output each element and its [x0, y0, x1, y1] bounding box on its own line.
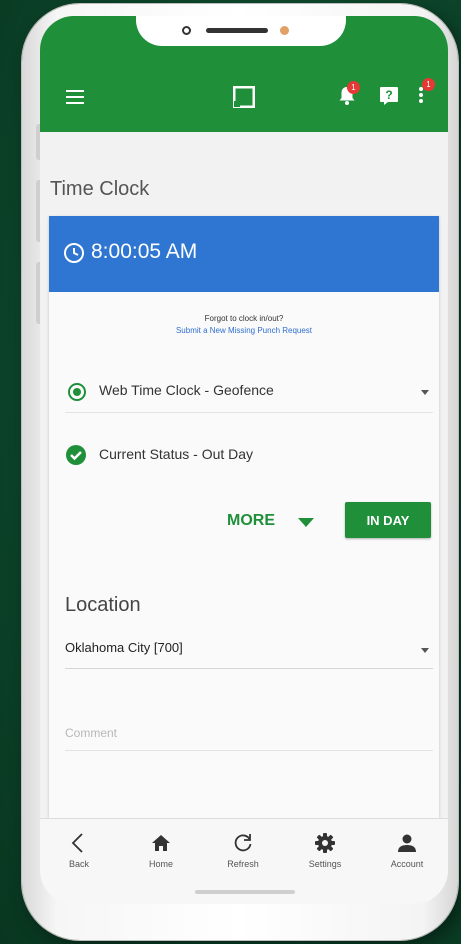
overflow-badge: 1: [422, 78, 435, 91]
time-clock-select[interactable]: Web Time Clock - Geofence: [65, 372, 433, 413]
time-clock-card: 8:00:05 AM Forgot to clock in/out? Submi…: [49, 216, 439, 838]
nav-account[interactable]: Account: [372, 831, 442, 881]
nav-label: Settings: [308, 859, 342, 869]
in-day-button[interactable]: IN DAY: [345, 502, 431, 538]
more-button[interactable]: MORE: [227, 512, 275, 530]
chevron-left-icon: [71, 833, 83, 853]
notifications-button[interactable]: 1: [336, 81, 360, 108]
nav-back[interactable]: Back: [44, 831, 114, 881]
radio-target-icon: [68, 383, 86, 401]
current-time: 8:00:05 AM: [91, 240, 198, 263]
forgot-punch-text: Forgot to clock in/out?: [204, 314, 284, 323]
camera-icon: [182, 26, 191, 35]
comment-input[interactable]: [65, 716, 433, 751]
notifications-badge: 1: [347, 81, 360, 94]
help-icon: ?: [380, 87, 398, 105]
current-status-text: Current Status - Out Day: [99, 446, 254, 462]
chevron-down-icon: [421, 390, 429, 395]
refresh-icon: [234, 834, 252, 852]
location-select[interactable]: Oklahoma City [700]: [65, 632, 433, 669]
location-value: Oklahoma City [700]: [65, 640, 183, 655]
hamburger-menu-icon[interactable]: [66, 90, 84, 104]
nav-label: Back: [68, 859, 89, 869]
sensor-icon: [280, 26, 289, 35]
page-title: Time Clock: [50, 178, 150, 200]
nav-label: Refresh: [227, 859, 259, 869]
chevron-down-icon: [421, 648, 429, 653]
help-button[interactable]: ?: [378, 84, 402, 108]
person-icon: [398, 834, 416, 852]
app-logo[interactable]: [233, 86, 255, 108]
time-clock-select-value: Web Time Clock - Geofence: [99, 382, 274, 398]
svg-text:?: ?: [385, 88, 392, 102]
missing-punch-link[interactable]: Submit a New Missing Punch Request: [49, 326, 439, 335]
nav-label: Home: [148, 859, 173, 869]
speaker-grille: [206, 28, 268, 33]
clock-icon: [64, 243, 84, 263]
phone-notch: [136, 16, 346, 46]
chevron-down-icon[interactable]: [298, 518, 314, 527]
overflow-menu-button[interactable]: 1: [416, 78, 435, 108]
current-status: Current Status - Out Day: [65, 436, 433, 476]
main-content: Time Clock 8:00:05 AM Forgot to clock in…: [40, 132, 448, 838]
gear-icon: [315, 833, 335, 853]
home-indicator: [195, 890, 295, 894]
app-bar: 1 ? 1: [40, 16, 448, 132]
clock-banner: 8:00:05 AM: [49, 216, 439, 292]
home-icon: [152, 835, 170, 851]
nav-label: Account: [390, 859, 424, 869]
nav-settings[interactable]: Settings: [290, 831, 360, 881]
location-label: Location: [65, 594, 141, 616]
nav-home[interactable]: Home: [126, 831, 196, 881]
nav-refresh[interactable]: Refresh: [208, 831, 278, 881]
check-circle-icon: [66, 445, 86, 465]
phone-screen: 1 ? 1 Time Clock 8:00:05 AM Forgot to cl…: [40, 16, 448, 904]
